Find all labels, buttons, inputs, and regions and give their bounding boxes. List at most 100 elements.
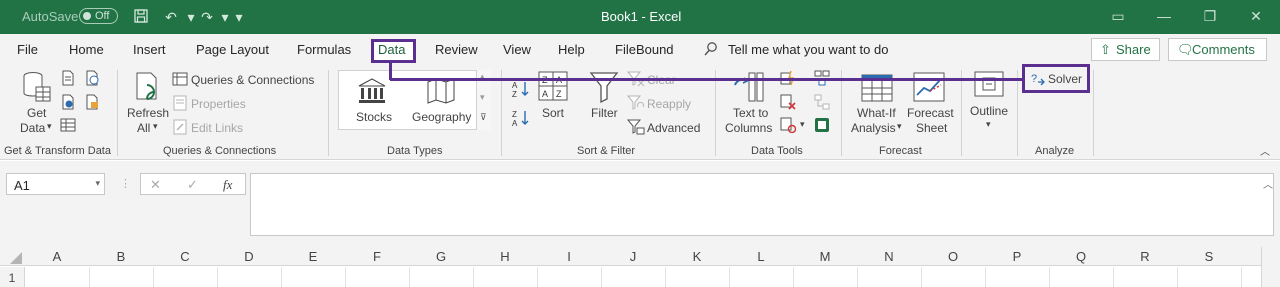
splitter-icon[interactable]: ⋮ <box>120 177 131 190</box>
what-if-analysis-icon[interactable] <box>861 71 893 103</box>
filter-label[interactable]: Filter <box>591 106 618 120</box>
sort-icon[interactable]: Z A A Z <box>538 71 568 101</box>
solver-button[interactable]: Solver <box>1048 72 1082 86</box>
close-icon[interactable]: ✕ <box>1247 7 1265 25</box>
outline-icon[interactable] <box>974 71 1004 97</box>
cancel-icon[interactable]: ✕ <box>150 177 161 193</box>
outline-dropdown-icon[interactable]: ▾ <box>986 119 991 130</box>
manage-data-model-icon[interactable] <box>814 117 830 133</box>
tab-page-layout[interactable]: Page Layout <box>196 42 269 57</box>
reapply-button[interactable]: Reapply <box>647 97 691 111</box>
get-data-icon[interactable] <box>22 71 52 105</box>
get-data-dropdown-icon[interactable]: ▾ <box>47 121 52 132</box>
outline-label[interactable]: Outline <box>970 104 1008 118</box>
undo-icon[interactable]: ↶ <box>162 8 180 26</box>
collapse-formula-bar-icon[interactable]: ︿ <box>1263 176 1273 191</box>
remove-duplicates-icon[interactable] <box>780 94 796 110</box>
insert-function-icon[interactable]: fx <box>223 177 232 193</box>
advanced-button[interactable]: Advanced <box>647 121 700 135</box>
minimize-icon[interactable]: — <box>1155 7 1173 25</box>
save-icon[interactable] <box>132 8 150 26</box>
redo-icon[interactable]: ↷ <box>198 8 216 26</box>
vertical-scrollbar[interactable] <box>1261 247 1280 287</box>
name-box[interactable]: A1 ▾ <box>6 173 105 195</box>
filter-icon[interactable] <box>589 71 619 103</box>
from-web-icon[interactable] <box>84 70 100 86</box>
tab-help[interactable]: Help <box>558 42 585 57</box>
tab-view[interactable]: View <box>503 42 531 57</box>
refresh-all-icon[interactable] <box>133 71 165 105</box>
collapse-ribbon-icon[interactable]: ︿ <box>1260 143 1270 158</box>
column-header-f[interactable]: F <box>345 249 409 264</box>
what-if-dropdown-icon[interactable]: ▾ <box>897 121 902 132</box>
sort-a-z-icon[interactable]: AZ <box>511 80 531 98</box>
geography-label[interactable]: Geography <box>412 110 471 124</box>
queries-connections-icon[interactable] <box>172 71 188 87</box>
column-header-g[interactable]: G <box>409 249 473 264</box>
recent-sources-icon[interactable] <box>84 94 100 110</box>
ribbon-display-options-icon[interactable]: ▭ <box>1109 7 1127 25</box>
column-header-p[interactable]: P <box>985 249 1049 264</box>
tell-me-input[interactable]: Tell me what you want to do <box>728 42 888 57</box>
column-header-i[interactable]: I <box>537 249 601 264</box>
row-header-1[interactable]: 1 <box>0 267 25 287</box>
formula-input[interactable] <box>250 173 1274 236</box>
column-header-o[interactable]: O <box>921 249 985 264</box>
edit-links-button[interactable]: Edit Links <box>191 121 243 135</box>
from-text-icon[interactable] <box>60 70 76 86</box>
advanced-filter-icon[interactable] <box>627 119 645 135</box>
stocks-label[interactable]: Stocks <box>356 110 392 124</box>
data-validation-icon[interactable] <box>780 117 796 133</box>
tab-filebound[interactable]: FileBound <box>615 42 674 57</box>
column-header-s[interactable]: S <box>1177 249 1241 264</box>
solver-icon[interactable]: ? <box>1030 71 1046 87</box>
restore-icon[interactable]: ❐ <box>1201 7 1219 25</box>
existing-connections-icon[interactable] <box>60 117 76 133</box>
comments-button[interactable]: 🗨 Comments <box>1168 38 1267 61</box>
tab-formulas[interactable]: Formulas <box>297 42 351 57</box>
column-header-n[interactable]: N <box>857 249 921 264</box>
stocks-icon[interactable] <box>357 78 387 104</box>
geography-icon[interactable] <box>426 78 456 104</box>
properties-button[interactable]: Properties <box>191 97 246 111</box>
customize-toolbar-icon[interactable]: ▾ <box>230 8 248 26</box>
column-header-l[interactable]: L <box>729 249 793 264</box>
share-button[interactable]: ⇧ Share <box>1091 38 1160 61</box>
queries-connections-button[interactable]: Queries & Connections <box>191 73 314 87</box>
name-box-dropdown-icon[interactable]: ▾ <box>95 178 100 189</box>
autosave-toggle[interactable]: Off <box>79 8 118 24</box>
column-header-m[interactable]: M <box>793 249 857 264</box>
tab-data[interactable]: Data <box>378 42 405 57</box>
refresh-dropdown-icon[interactable]: ▾ <box>153 121 158 132</box>
sort-z-a-icon[interactable]: ZA <box>511 109 531 127</box>
select-all-button[interactable] <box>10 252 22 264</box>
column-header-r[interactable]: R <box>1113 249 1177 264</box>
column-header-d[interactable]: D <box>217 249 281 264</box>
autosave-label: AutoSave <box>22 9 79 24</box>
tab-home[interactable]: Home <box>69 42 104 57</box>
data-validation-dropdown-icon[interactable]: ▾ <box>800 119 805 130</box>
column-header-k[interactable]: K <box>665 249 729 264</box>
column-header-b[interactable]: B <box>89 249 153 264</box>
what-if-label-2[interactable]: Analysis <box>851 121 896 135</box>
tab-review[interactable]: Review <box>435 42 478 57</box>
column-header-q[interactable]: Q <box>1049 249 1113 264</box>
scroll-down-icon[interactable]: ▾ <box>480 92 485 103</box>
enter-icon[interactable]: ✓ <box>187 177 198 193</box>
column-header-e[interactable]: E <box>281 249 345 264</box>
group-separator <box>1017 70 1018 156</box>
column-header-a[interactable]: A <box>25 249 89 264</box>
column-header-c[interactable]: C <box>153 249 217 264</box>
relationships-icon[interactable] <box>814 94 830 110</box>
sort-label[interactable]: Sort <box>542 106 564 120</box>
from-table-icon[interactable] <box>60 94 76 110</box>
forecast-sheet-icon[interactable] <box>913 71 945 103</box>
tab-file[interactable]: File <box>17 42 38 57</box>
forecast-sheet-label-2[interactable]: Sheet <box>916 121 947 135</box>
tab-insert[interactable]: Insert <box>133 42 166 57</box>
text-to-columns-label-2[interactable]: Columns <box>725 121 772 135</box>
text-to-columns-icon[interactable] <box>731 71 765 103</box>
more-icon[interactable]: ⊽ <box>480 112 487 123</box>
column-header-j[interactable]: J <box>601 249 665 264</box>
column-header-h[interactable]: H <box>473 249 537 264</box>
